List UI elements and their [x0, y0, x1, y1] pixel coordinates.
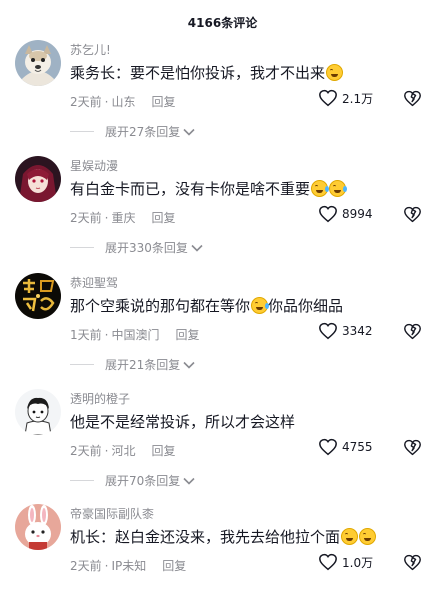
- comment-text: 机长：赵白金还没来，我先去给他拉个面: [70, 526, 377, 547]
- expand-replies-label: 展开27条回复: [105, 125, 181, 139]
- reply-button[interactable]: 回复: [151, 93, 175, 110]
- username[interactable]: 苏乞儿!: [70, 41, 111, 58]
- chevron-down-icon: [183, 477, 195, 485]
- dislike-button[interactable]: [403, 90, 422, 111]
- laughing-emoji-icon: [359, 528, 377, 545]
- laughing-emoji-icon: [341, 528, 359, 545]
- comment-item: 恭迎聖驾 那个空乘说的那句都在等你 你品你细品 1天前 · 中国澳门 回复 3342 展…: [0, 273, 445, 389]
- comment-meta: 2天前 · 河北 回复: [70, 442, 176, 459]
- comment-item: 星娱动漫 有白金卡而已，没有卡你是啥不重要 2天前 · 重庆 回复 8994 展开33…: [0, 156, 445, 272]
- heart-icon: [319, 205, 337, 223]
- dislike-button[interactable]: [403, 439, 422, 460]
- divider: [70, 480, 94, 481]
- dislike-button[interactable]: [403, 206, 422, 227]
- expand-replies-label: 展开330条回复: [105, 241, 188, 255]
- comment-item: 帝豪国际副队桼 机长：赵白金还没来，我先去给他拉个面 2天前 · IP未知 回复 1.…: [0, 504, 445, 595]
- comment-time: 1天前: [70, 328, 102, 342]
- divider: [70, 364, 94, 365]
- expand-replies-label: 展开21条回复: [105, 358, 181, 372]
- reply-button[interactable]: 回复: [151, 442, 175, 459]
- broken-heart-icon: [404, 323, 421, 340]
- gold-calligraphy-avatar-icon[interactable]: [15, 273, 61, 319]
- laughing-emoji-icon: [326, 64, 344, 81]
- comment-time: 2天前: [70, 444, 102, 458]
- comment-meta: 2天前 · IP未知 回复: [70, 557, 187, 574]
- reply-button[interactable]: 回复: [151, 209, 175, 226]
- comment-item: 苏乞儿! 乘务长：要不是怕你投诉，我才不出来 2天前 · 山东 回复 2.1万 展开2…: [0, 40, 445, 156]
- comment-text: 有白金卡而已，没有卡你是啥不重要: [70, 178, 348, 199]
- comment-location: IP未知: [111, 559, 147, 573]
- crying-laughing-emoji-icon: [329, 180, 348, 197]
- like-button[interactable]: 4755: [318, 438, 373, 456]
- expand-replies-button[interactable]: 展开70条回复: [70, 472, 195, 489]
- crying-laughing-emoji-icon: [251, 297, 270, 314]
- heart-icon: [319, 322, 337, 340]
- comment-time: 2天前: [70, 559, 102, 573]
- username[interactable]: 透明的橙子: [70, 390, 130, 407]
- heart-icon: [319, 89, 337, 107]
- comment-text: 他是不是经常投诉，所以才会这样: [70, 413, 296, 431]
- comment-count-title: 4166条评论: [187, 16, 258, 30]
- chevron-down-icon: [183, 128, 195, 136]
- comment-item: 透明的橙子 他是不是经常投诉，所以才会这样 2天前 · 河北 回复 4755 展开70…: [0, 389, 445, 505]
- expand-replies-button[interactable]: 展开27条回复: [70, 123, 195, 140]
- expand-replies-label: 展开70条回复: [105, 474, 181, 488]
- like-button[interactable]: 8994: [318, 205, 373, 223]
- reply-button[interactable]: 回复: [162, 557, 186, 574]
- heart-icon: [319, 438, 337, 456]
- broken-heart-icon: [404, 554, 421, 571]
- divider: [70, 247, 94, 248]
- broken-heart-icon: [404, 90, 421, 107]
- crying-laughing-emoji-icon: [311, 180, 330, 197]
- divider: [70, 131, 94, 132]
- broken-heart-icon: [404, 206, 421, 223]
- like-count: 8994: [342, 207, 373, 221]
- dislike-button[interactable]: [403, 554, 422, 575]
- like-button[interactable]: 2.1万: [318, 89, 373, 107]
- comment-text: 那个空乘说的那句都在等你 你品你细品: [70, 297, 344, 315]
- cartoon-boy-avatar-icon[interactable]: [15, 389, 61, 435]
- like-count: 1.0万: [342, 555, 374, 570]
- comment-location: 中国澳门: [111, 328, 160, 342]
- username[interactable]: 帝豪国际副队桼: [70, 505, 154, 522]
- reply-button[interactable]: 回复: [175, 326, 199, 343]
- like-count: 3342: [342, 324, 373, 338]
- username[interactable]: 恭迎聖驾: [70, 274, 118, 291]
- dislike-button[interactable]: [403, 323, 422, 344]
- comment-location: 山东: [111, 95, 136, 109]
- dog-avatar-icon[interactable]: [15, 40, 61, 86]
- comment-text: 乘务长：要不是怕你投诉，我才不出来: [70, 62, 344, 83]
- expand-replies-button[interactable]: 展开21条回复: [70, 356, 195, 373]
- comment-time: 2天前: [70, 95, 102, 109]
- anime-girl-avatar-icon[interactable]: [15, 156, 61, 202]
- comment-time: 2天前: [70, 211, 102, 225]
- expand-replies-button[interactable]: 展开330条回复: [70, 239, 203, 256]
- comment-meta: 1天前 · 中国澳门 回复: [70, 326, 200, 343]
- rabbit-avatar-icon[interactable]: [15, 504, 61, 550]
- heart-icon: [319, 553, 337, 571]
- like-button[interactable]: 3342: [318, 322, 373, 340]
- comment-meta: 2天前 · 重庆 回复: [70, 209, 176, 226]
- broken-heart-icon: [404, 439, 421, 456]
- like-count: 4755: [342, 440, 373, 454]
- chevron-down-icon: [191, 244, 203, 252]
- comment-meta: 2天前 · 山东 回复: [70, 93, 176, 110]
- like-count: 2.1万: [342, 91, 374, 106]
- like-button[interactable]: 1.0万: [318, 553, 373, 571]
- username[interactable]: 星娱动漫: [70, 157, 118, 174]
- comment-location: 重庆: [111, 211, 136, 225]
- chevron-down-icon: [183, 361, 195, 369]
- comment-location: 河北: [111, 444, 136, 458]
